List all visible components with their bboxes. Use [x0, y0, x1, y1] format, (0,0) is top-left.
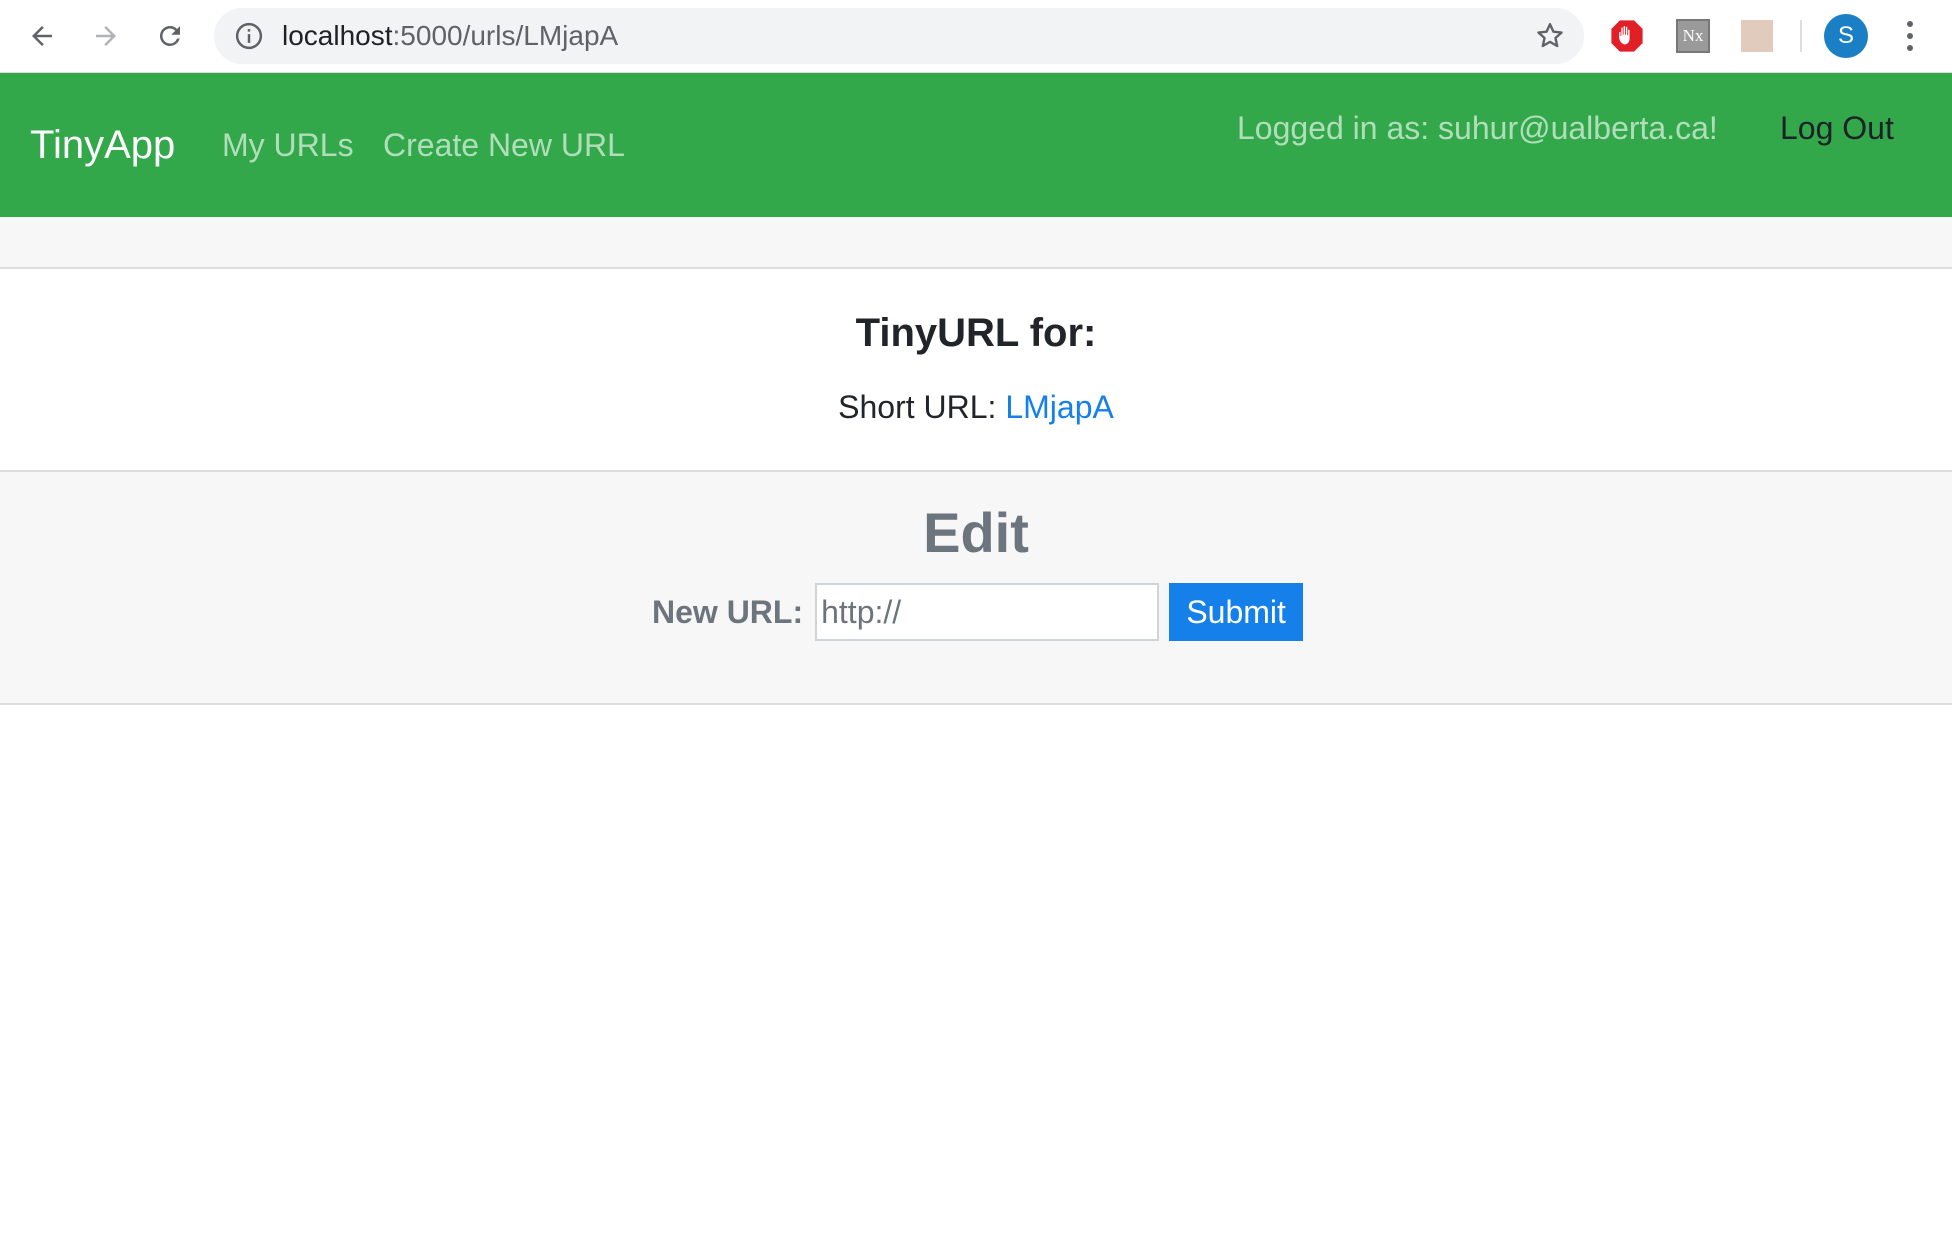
- short-url-label: Short URL:: [838, 389, 1006, 425]
- tan-extension-icon[interactable]: [1741, 20, 1773, 52]
- forward-button[interactable]: [84, 14, 128, 58]
- brand-link[interactable]: TinyApp: [30, 73, 175, 217]
- card-header: [0, 217, 1952, 269]
- nx-extension-icon[interactable]: Nx: [1676, 19, 1710, 53]
- logged-in-text: Logged in as: suhur@ualberta.ca!: [1237, 110, 1718, 146]
- nav-create-new-url[interactable]: Create New URL: [383, 73, 625, 217]
- profile-initial: S: [1837, 22, 1854, 49]
- submit-button[interactable]: Submit: [1169, 583, 1304, 641]
- edit-title: Edit: [923, 501, 1029, 564]
- short-url-link[interactable]: LMjapA: [1005, 389, 1114, 425]
- short-url-line: Short URL: LMjapA: [0, 389, 1952, 426]
- url-host: localhost: [282, 20, 393, 51]
- forward-arrow-icon: [96, 26, 116, 46]
- bookmark-star-icon[interactable]: [1534, 20, 1566, 52]
- new-url-input[interactable]: [815, 583, 1160, 641]
- back-arrow-icon: [32, 26, 52, 46]
- edit-form: New URL: Submit: [652, 582, 1304, 642]
- back-button[interactable]: [20, 14, 64, 58]
- reload-button[interactable]: [148, 14, 192, 58]
- edit-section: Edit New URL: Submit: [0, 470, 1952, 705]
- new-url-label: New URL:: [652, 593, 804, 630]
- reload-icon: [159, 25, 180, 46]
- adblock-icon[interactable]: [1610, 19, 1644, 53]
- card-title: TinyURL for:: [855, 311, 1097, 355]
- url-text: localhost:5000/urls/LMjapA: [282, 8, 618, 64]
- browser-toolbar: localhost:5000/urls/LMjapA Nx S: [0, 0, 1952, 73]
- address-bar[interactable]: localhost:5000/urls/LMjapA: [214, 8, 1584, 64]
- toolbar-divider: [1800, 20, 1802, 52]
- url-path: :5000/urls/LMjapA: [392, 20, 619, 51]
- logout-link[interactable]: Log Out: [1780, 110, 1894, 147]
- nx-label: Nx: [1682, 26, 1704, 45]
- nav-my-urls[interactable]: My URLs: [222, 73, 354, 217]
- browser-menu-icon[interactable]: [1894, 16, 1926, 56]
- card-body: TinyURL for: Short URL: LMjapA: [0, 269, 1952, 470]
- site-info-icon[interactable]: [234, 21, 264, 51]
- profile-avatar[interactable]: S: [1824, 14, 1868, 58]
